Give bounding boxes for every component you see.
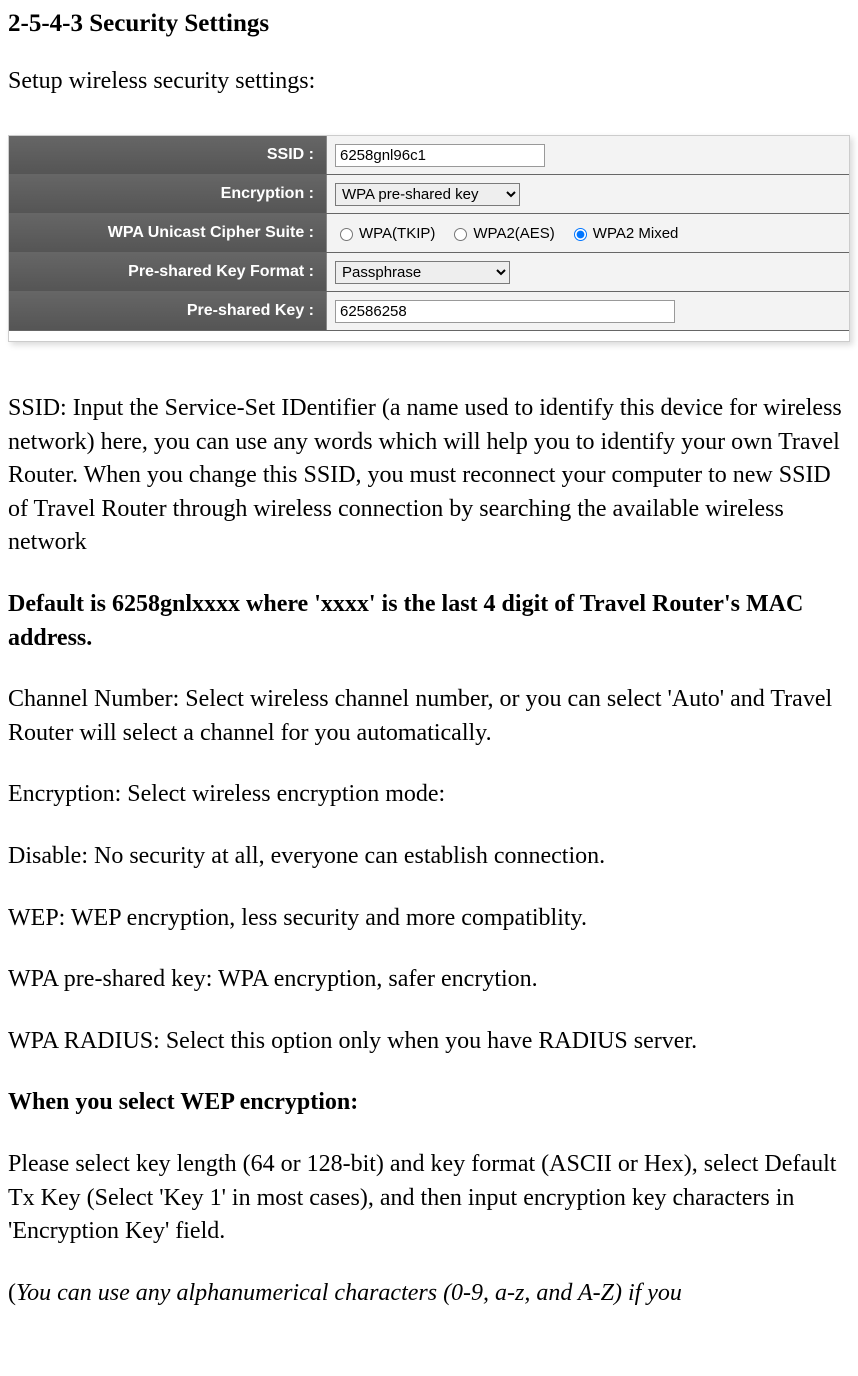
enc-disable: Disable: No security at all, everyone ca… xyxy=(8,840,850,874)
wep-description: Please select key length (64 or 128-bit)… xyxy=(8,1148,850,1249)
enc-wep: WEP: WEP encryption, less security and m… xyxy=(8,902,850,936)
body-text: SSID: Input the Service-Set IDentifier (… xyxy=(8,392,850,1310)
security-settings-panel: SSID : Encryption : WPA pre-shared key W… xyxy=(8,135,850,342)
select-key-format[interactable]: Passphrase xyxy=(335,261,510,284)
select-encryption[interactable]: WPA pre-shared key xyxy=(335,183,520,206)
channel-description: Channel Number: Select wireless channel … xyxy=(8,683,850,750)
enc-radius: WPA RADIUS: Select this option only when… xyxy=(8,1025,850,1059)
note-prefix: ( xyxy=(8,1280,16,1306)
encryption-intro: Encryption: Select wireless encryption m… xyxy=(8,778,850,812)
input-ssid[interactable] xyxy=(335,144,545,167)
enc-wpa: WPA pre-shared key: WPA encryption, safe… xyxy=(8,963,850,997)
row-ssid: SSID : xyxy=(9,136,849,175)
radio-label-tkip: WPA(TKIP) xyxy=(359,225,435,242)
ssid-default-note: Default is 6258gnlxxxx where 'xxxx' is t… xyxy=(8,588,850,655)
row-encryption: Encryption : WPA pre-shared key xyxy=(9,175,849,214)
intro-text: Setup wireless security settings: xyxy=(8,68,850,95)
radio-tkip[interactable] xyxy=(340,228,353,241)
label-preshared-key: Pre-shared Key : xyxy=(9,292,327,330)
ssid-description: SSID: Input the Service-Set IDentifier (… xyxy=(8,392,850,560)
note-italic: You can use any alphanumerical character… xyxy=(16,1280,682,1306)
input-preshared-key[interactable] xyxy=(335,300,675,323)
cipher-radio-group: WPA(TKIP) WPA2(AES) WPA2 Mixed xyxy=(335,225,678,242)
wep-heading: When you select WEP encryption: xyxy=(8,1086,850,1120)
note-line: (You can use any alphanumerical characte… xyxy=(8,1277,850,1311)
radio-mixed[interactable] xyxy=(574,228,587,241)
cipher-opt-mixed[interactable]: WPA2 Mixed xyxy=(569,225,679,242)
row-preshared-key: Pre-shared Key : xyxy=(9,292,849,331)
row-cipher-suite: WPA Unicast Cipher Suite : WPA(TKIP) WPA… xyxy=(9,214,849,253)
label-cipher-suite: WPA Unicast Cipher Suite : xyxy=(9,214,327,252)
cipher-opt-aes[interactable]: WPA2(AES) xyxy=(449,225,554,242)
radio-aes[interactable] xyxy=(454,228,467,241)
label-key-format: Pre-shared Key Format : xyxy=(9,253,327,291)
row-key-format: Pre-shared Key Format : Passphrase xyxy=(9,253,849,292)
radio-label-mixed: WPA2 Mixed xyxy=(593,225,679,242)
label-ssid: SSID : xyxy=(9,136,327,174)
section-heading: 2-5-4-3 Security Settings xyxy=(8,10,850,38)
label-encryption: Encryption : xyxy=(9,175,327,213)
radio-label-aes: WPA2(AES) xyxy=(473,225,554,242)
cipher-opt-tkip[interactable]: WPA(TKIP) xyxy=(335,225,435,242)
